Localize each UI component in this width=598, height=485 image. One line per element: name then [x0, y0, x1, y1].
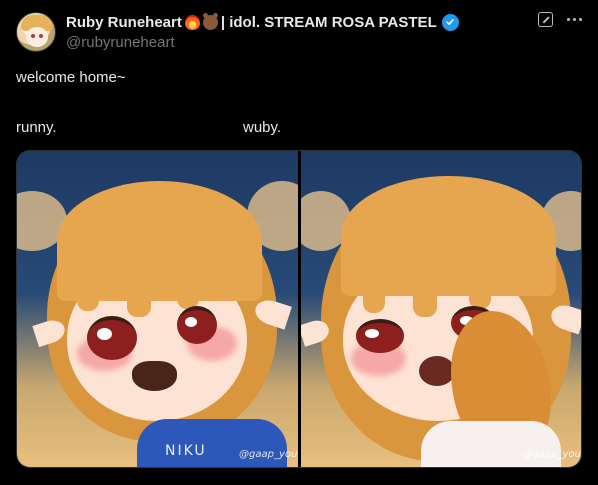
grok-icon[interactable]	[538, 12, 553, 27]
shirt-text: NIKU	[165, 443, 207, 459]
verified-badge-icon[interactable]	[441, 13, 459, 31]
caption-right: wuby.	[243, 119, 282, 136]
watermark: @gaap_you	[522, 449, 581, 460]
tweet-media[interactable]: NIKU @gaap_you @gaap_you	[16, 150, 582, 468]
tweet-header: Ruby Runeheart | idol. STREAM ROSA PASTE…	[16, 12, 582, 56]
tweet-top-actions	[538, 12, 582, 27]
more-icon[interactable]	[567, 12, 582, 27]
watermark: @gaap_you	[239, 449, 298, 460]
caption-left: runny.	[16, 119, 57, 136]
author-name-suffix[interactable]: | idol. STREAM ROSA PASTEL	[221, 14, 437, 31]
avatar[interactable]	[16, 12, 56, 52]
media-image-right[interactable]: @gaap_you	[300, 151, 581, 467]
media-image-left[interactable]: NIKU @gaap_you	[17, 151, 298, 467]
author-display-name[interactable]: Ruby Runeheart	[66, 14, 182, 31]
tweet-text-line: welcome home~	[16, 69, 126, 86]
bear-icon	[202, 12, 218, 30]
fire-heart-icon	[184, 14, 200, 30]
author-name-row[interactable]: Ruby Runeheart | idol. STREAM ROSA PASTE…	[66, 12, 459, 32]
author-handle[interactable]: @rubyruneheart	[66, 34, 175, 51]
